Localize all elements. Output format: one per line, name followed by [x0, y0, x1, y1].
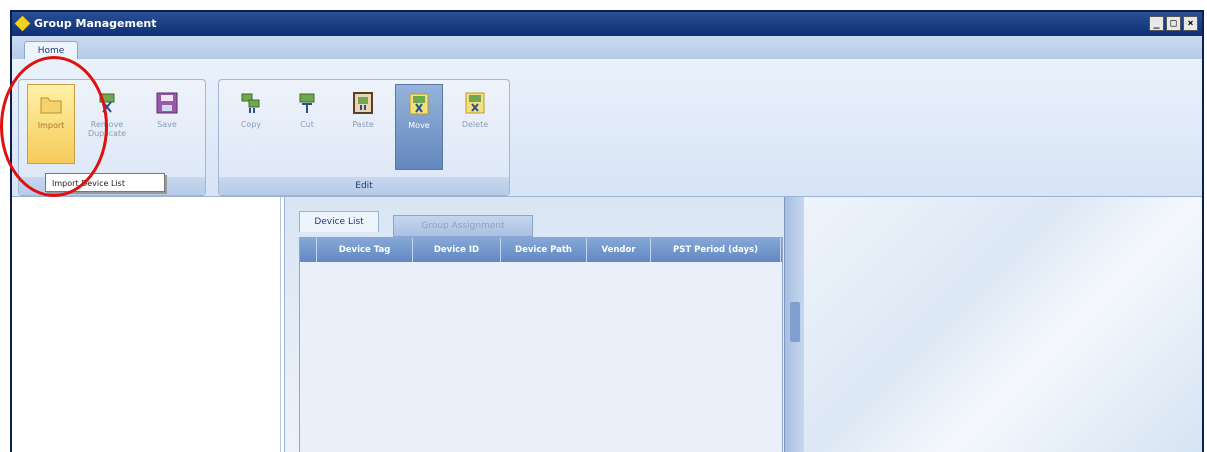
import-button[interactable]: Import: [27, 84, 75, 164]
import-label: Import: [37, 121, 65, 130]
move-button[interactable]: Move: [395, 84, 443, 170]
folder-icon: [40, 97, 62, 114]
device-copy-icon: [241, 93, 260, 113]
paste-label: Paste: [352, 120, 374, 129]
tab-home[interactable]: Home: [24, 41, 78, 61]
paste-button[interactable]: Paste: [339, 84, 387, 164]
maximize-button[interactable]: □: [1166, 16, 1181, 31]
delete-button[interactable]: Delete: [451, 84, 499, 164]
save-icon: [156, 92, 178, 114]
ribbon: Import Remove Duplicate Save Copy Cut Pa…: [12, 59, 1202, 197]
minimize-button[interactable]: _: [1149, 16, 1164, 31]
device-move-icon: [409, 93, 429, 115]
column-header-device-path[interactable]: Device Path: [501, 238, 587, 262]
column-header-device-id[interactable]: Device ID: [413, 238, 501, 262]
grid-corner: [300, 238, 317, 262]
device-delete-icon: [465, 92, 485, 114]
column-header-pst-period[interactable]: PST Period (days): [651, 238, 781, 262]
remove-duplicate-label: Remove Duplicate: [87, 120, 127, 138]
tab-group-assignment[interactable]: Group Assignment: [393, 215, 533, 237]
delete-label: Delete: [461, 120, 489, 129]
device-remove-icon: [99, 93, 115, 113]
group-management-window: Group Management _ □ × Home Import Remov…: [10, 10, 1204, 452]
device-panel: Device List Group Assignment Device Tag …: [284, 197, 805, 452]
column-header-vendor[interactable]: Vendor: [587, 238, 651, 262]
details-panel: [804, 197, 1202, 452]
column-header-device-tag[interactable]: Device Tag: [317, 238, 413, 262]
copy-button[interactable]: Copy: [227, 84, 275, 164]
ribbon-tab-strip: Home: [12, 36, 1202, 61]
save-button[interactable]: Save: [143, 84, 191, 164]
ribbon-group-label-edit: Edit: [219, 177, 509, 195]
import-tooltip: Import Device List: [45, 173, 165, 192]
device-cut-icon: [299, 93, 315, 113]
details-collapse-bar[interactable]: [784, 197, 806, 452]
title-bar[interactable]: Group Management _ □ ×: [12, 12, 1202, 36]
app-diamond-icon: [14, 15, 31, 32]
window-title: Group Management: [34, 17, 157, 30]
group-tree-panel[interactable]: [12, 197, 281, 452]
device-paste-icon: [353, 92, 373, 114]
cut-label: Cut: [300, 120, 314, 129]
collapse-handle[interactable]: [790, 302, 800, 342]
device-grid[interactable]: Device Tag Device ID Device Path Vendor …: [299, 237, 783, 452]
tab-device-list[interactable]: Device List: [299, 211, 379, 232]
grid-header: Device Tag Device ID Device Path Vendor …: [300, 238, 782, 262]
ribbon-group-edit: Copy Cut Paste Move Delete Edit: [218, 79, 510, 196]
copy-label: Copy: [240, 120, 262, 129]
remove-duplicate-button[interactable]: Remove Duplicate: [83, 84, 131, 164]
cut-button[interactable]: Cut: [283, 84, 331, 164]
close-button[interactable]: ×: [1183, 16, 1198, 31]
save-label: Save: [157, 120, 177, 129]
move-label: Move: [408, 121, 430, 130]
